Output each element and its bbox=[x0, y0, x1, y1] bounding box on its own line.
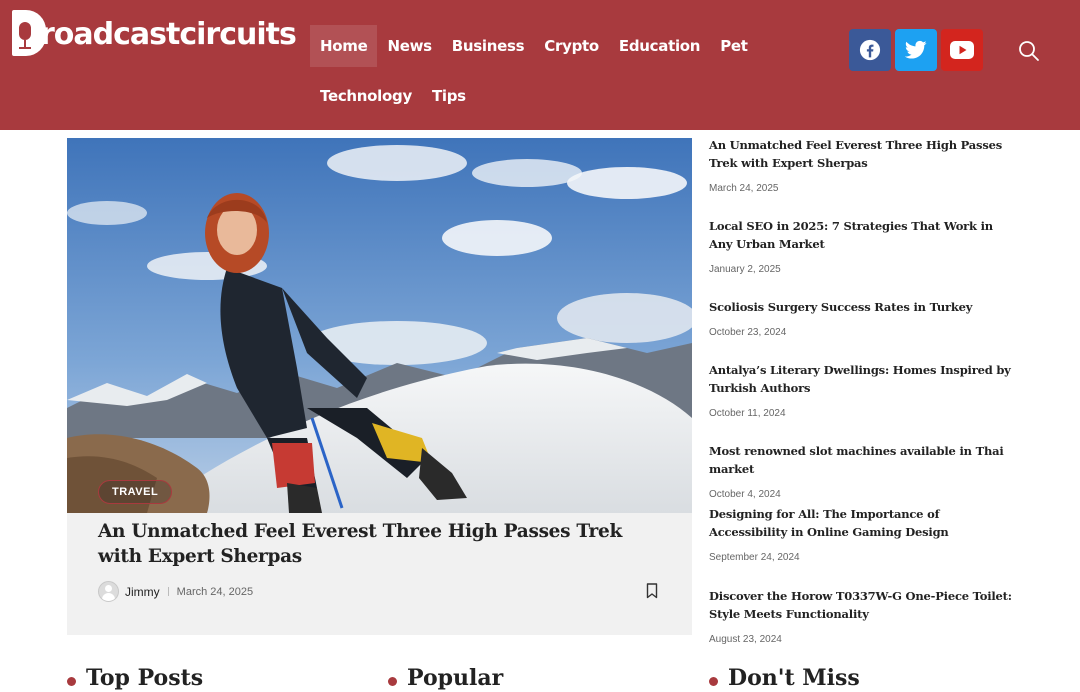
list-item-title[interactable]: Discover the Horow T0337W-G One-Piece To… bbox=[709, 587, 1019, 623]
section-dot bbox=[709, 676, 718, 686]
search-icon[interactable] bbox=[1018, 40, 1042, 64]
twitter-icon[interactable] bbox=[895, 29, 937, 71]
section-title: Popular bbox=[407, 665, 504, 691]
nav-item-education[interactable]: Education bbox=[609, 25, 710, 67]
list-item-title[interactable]: Scoliosis Surgery Success Rates in Turke… bbox=[709, 298, 1019, 316]
nav-item-pet[interactable]: Pet bbox=[710, 25, 757, 67]
list-item[interactable]: Antalya’s Literary Dwellings: Homes Insp… bbox=[709, 361, 1019, 419]
list-item[interactable]: Local SEO in 2025: 7 Strategies That Wor… bbox=[709, 217, 1019, 275]
list-item-title[interactable]: Designing for All: The Importance of Acc… bbox=[709, 505, 1019, 541]
site-header: roadcastcircuits Home News Business Cryp… bbox=[0, 0, 1080, 130]
bookmark-icon[interactable] bbox=[646, 583, 658, 599]
section-dot bbox=[388, 676, 397, 686]
author-name[interactable]: Jimmy bbox=[125, 585, 160, 599]
list-item-date: March 24, 2025 bbox=[709, 183, 779, 194]
youtube-icon[interactable] bbox=[941, 29, 983, 71]
list-item-date: January 2, 2025 bbox=[709, 264, 781, 275]
post-date: March 24, 2025 bbox=[176, 585, 254, 598]
list-item-title[interactable]: Most renowned slot machines available in… bbox=[709, 442, 1019, 478]
section-title: Don't Miss bbox=[728, 665, 860, 691]
list-item-title[interactable]: Local SEO in 2025: 7 Strategies That Wor… bbox=[709, 217, 1019, 253]
section-heading-popular: Popular bbox=[388, 664, 503, 692]
list-item-date: October 23, 2024 bbox=[709, 327, 787, 338]
list-item[interactable]: Scoliosis Surgery Success Rates in Turke… bbox=[709, 298, 1019, 338]
logo-text: roadcastcircuits bbox=[40, 17, 297, 52]
logo-microphone-icon bbox=[12, 10, 46, 56]
list-item[interactable]: An Unmatched Feel Everest Three High Pas… bbox=[709, 136, 1019, 194]
list-item-date: October 4, 2024 bbox=[709, 489, 781, 500]
nav-item-business[interactable]: Business bbox=[442, 25, 535, 67]
list-item-date: August 23, 2024 bbox=[709, 634, 782, 645]
nav-item-home[interactable]: Home bbox=[310, 25, 378, 67]
section-dot bbox=[67, 676, 76, 686]
main-nav: Home News Business Crypto Education Pet … bbox=[310, 25, 830, 125]
nav-item-tips[interactable]: Tips bbox=[422, 75, 476, 117]
avatar[interactable] bbox=[98, 581, 119, 602]
meta-divider bbox=[167, 587, 169, 596]
featured-image[interactable]: TRAVEL bbox=[67, 138, 692, 513]
nav-item-news[interactable]: News bbox=[377, 25, 441, 67]
list-item-date: October 11, 2024 bbox=[709, 408, 786, 419]
list-item[interactable]: Discover the Horow T0337W-G One-Piece To… bbox=[709, 587, 1019, 645]
list-item[interactable]: Designing for All: The Importance of Acc… bbox=[709, 505, 1019, 563]
list-item-title[interactable]: Antalya’s Literary Dwellings: Homes Insp… bbox=[709, 361, 1019, 397]
category-badge[interactable]: TRAVEL bbox=[98, 480, 173, 504]
facebook-icon[interactable] bbox=[849, 29, 891, 71]
list-item[interactable]: Most renowned slot machines available in… bbox=[709, 442, 1019, 500]
section-heading-dont-miss: Don't Miss bbox=[709, 664, 860, 692]
nav-item-crypto[interactable]: Crypto bbox=[534, 25, 609, 67]
featured-post-card[interactable]: TRAVEL An Unmatched Feel Everest Three H… bbox=[67, 138, 692, 635]
featured-post-title[interactable]: An Unmatched Feel Everest Three High Pas… bbox=[98, 519, 658, 569]
post-meta: Jimmy March 24, 2025 bbox=[98, 581, 253, 602]
section-heading-top-posts: Top Posts bbox=[67, 664, 203, 692]
list-item-title[interactable]: An Unmatched Feel Everest Three High Pas… bbox=[709, 136, 1019, 172]
nav-item-technology[interactable]: Technology bbox=[310, 75, 422, 117]
list-item-date: September 24, 2024 bbox=[709, 552, 800, 563]
site-logo[interactable]: roadcastcircuits bbox=[12, 6, 297, 56]
section-title: Top Posts bbox=[86, 665, 204, 691]
